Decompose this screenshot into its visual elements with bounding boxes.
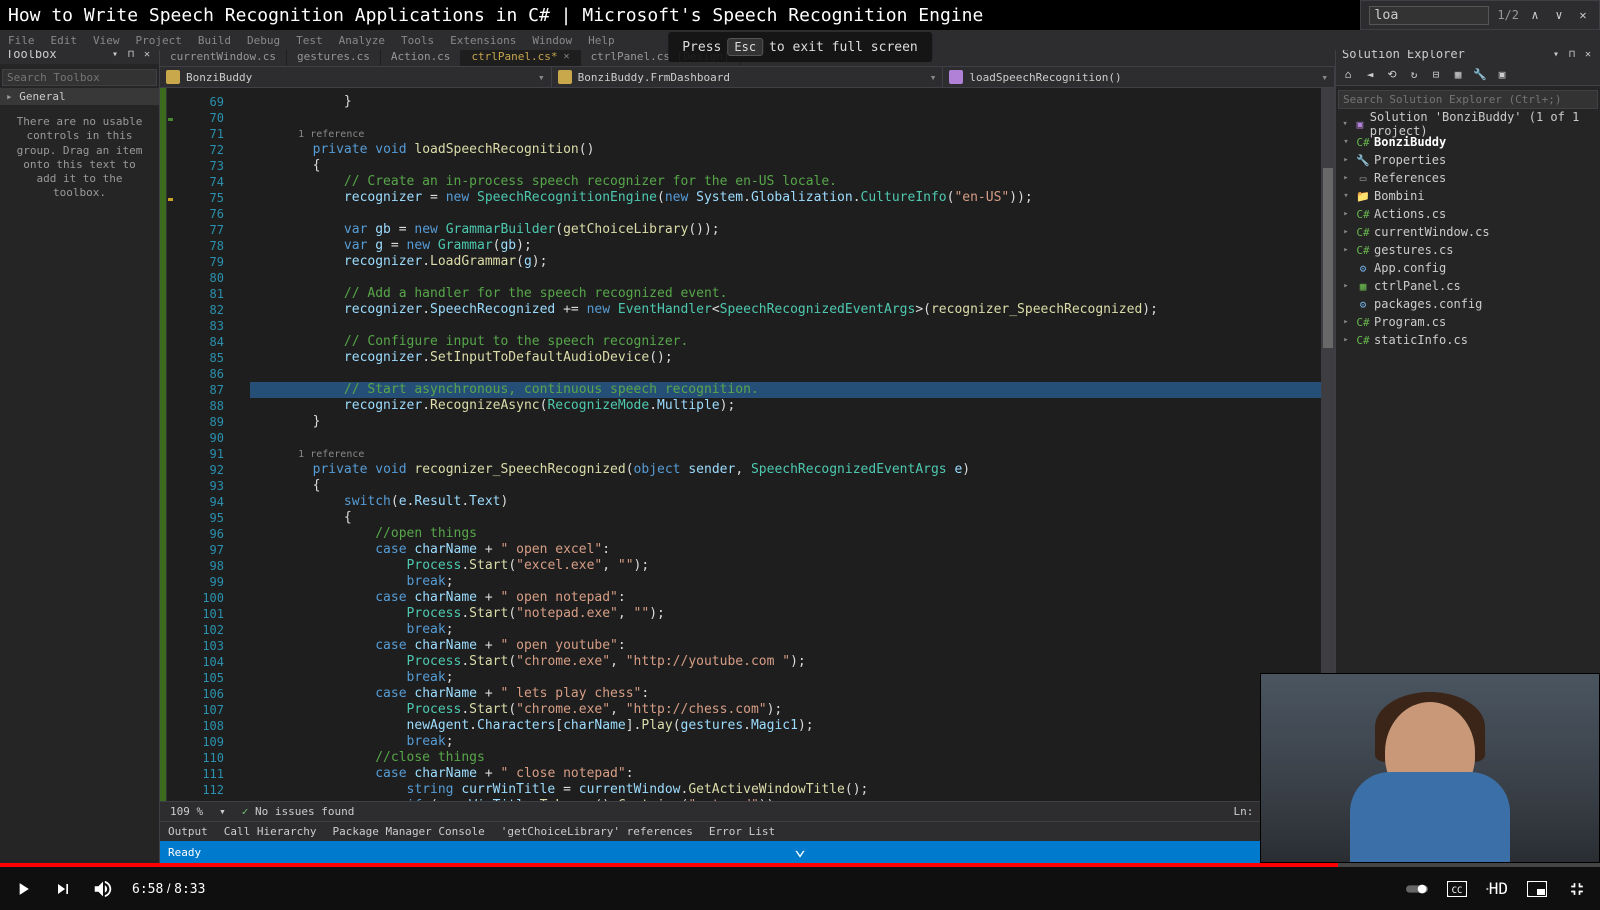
line-number-gutter: 6970717273747576777879808182838485868788… xyxy=(174,88,232,801)
fold-gutter[interactable] xyxy=(232,88,246,801)
find-close-icon[interactable]: ✕ xyxy=(1575,7,1591,23)
fullscreen-hint: Press Esc to exit full screen xyxy=(668,32,932,62)
vs-status-bar: Ready xyxy=(160,841,1335,863)
refresh-icon[interactable]: ↻ xyxy=(1406,67,1422,83)
sync-icon[interactable]: ⟲ xyxy=(1384,67,1400,83)
toolbox-category-general[interactable]: General xyxy=(0,88,159,105)
file-ctrlpanel[interactable]: ▸▦ctrlPanel.cs xyxy=(1336,277,1600,295)
properties-icon[interactable]: 🔧 xyxy=(1472,67,1488,83)
track-changes-gutter xyxy=(166,88,174,801)
class-icon xyxy=(558,70,572,84)
method-icon xyxy=(949,70,963,84)
video-title: How to Write Speech Recognition Applicat… xyxy=(8,5,983,26)
editor-status-bar: 109 % ▾ No issues found Ln: 87 Ch: 30 xyxy=(160,801,1335,821)
find-input[interactable] xyxy=(1369,6,1489,25)
properties-node[interactable]: ▸🔧Properties xyxy=(1336,151,1600,169)
bottom-tool-tabs: Output Call Hierarchy Package Manager Co… xyxy=(160,821,1335,841)
exit-fullscreen-icon[interactable] xyxy=(1566,878,1588,900)
nav-class[interactable]: BonziBuddy.FrmDashboard▾ xyxy=(552,67,944,87)
toolbox-panel: Toolbox ▾ ⊓ ✕ General There are no usabl… xyxy=(0,44,160,863)
file-gestures[interactable]: ▸C#gestures.cs xyxy=(1336,241,1600,259)
toolbox-empty-message: There are no usable controls in this gro… xyxy=(0,105,159,211)
solution-search-input[interactable] xyxy=(1338,90,1598,109)
find-prev-icon[interactable]: ∧ xyxy=(1527,7,1543,23)
autoplay-toggle[interactable] xyxy=(1406,878,1428,900)
folder-bombini[interactable]: ▾📁Bombini xyxy=(1336,187,1600,205)
show-all-icon[interactable]: ▦ xyxy=(1450,67,1466,83)
tab-output[interactable]: Output xyxy=(160,823,216,840)
code-area[interactable]: } 1 reference private void loadSpeechRec… xyxy=(246,88,1321,801)
back-icon[interactable]: ◄ xyxy=(1362,67,1378,83)
file-program[interactable]: ▸C#Program.cs xyxy=(1336,313,1600,331)
time-display: 6:58 / 8:33 xyxy=(132,881,205,897)
code-editor[interactable]: 6970717273747576777879808182838485868788… xyxy=(160,88,1335,801)
scrollbar-thumb[interactable] xyxy=(1323,168,1333,348)
references-node[interactable]: ▸▭References xyxy=(1336,169,1600,187)
toolbox-search-input[interactable] xyxy=(2,69,157,86)
solution-toolbar: ⌂ ◄ ⟲ ↻ ⊟ ▦ 🔧 ▣ xyxy=(1336,64,1600,86)
find-next-icon[interactable]: ∨ xyxy=(1551,7,1567,23)
file-staticinfo[interactable]: ▸C#staticInfo.cs xyxy=(1336,331,1600,349)
find-bar: 1/2 ∧ ∨ ✕ xyxy=(1360,0,1600,30)
csharp-project-icon xyxy=(166,70,180,84)
close-icon[interactable]: ✕ xyxy=(564,51,570,62)
tab-pkg-mgr[interactable]: Package Manager Console xyxy=(324,823,492,840)
next-button[interactable] xyxy=(52,878,74,900)
collapse-icon[interactable]: ⊟ xyxy=(1428,67,1444,83)
tab-call-hierarchy[interactable]: Call Hierarchy xyxy=(216,823,325,840)
esc-key: Esc xyxy=(727,38,763,56)
nav-project[interactable]: BonziBuddy▾ xyxy=(160,67,552,87)
miniplayer-icon[interactable] xyxy=(1526,878,1548,900)
preview-icon[interactable]: ▣ xyxy=(1494,67,1510,83)
progress-bar[interactable] xyxy=(0,863,1600,867)
volume-icon[interactable] xyxy=(92,878,114,900)
tab-error-list[interactable]: Error List xyxy=(701,823,783,840)
nav-bar: BonziBuddy▾ BonziBuddy.FrmDashboard▾ loa… xyxy=(160,66,1335,88)
issues-indicator[interactable]: No issues found xyxy=(242,805,355,818)
file-packages[interactable]: ⚙packages.config xyxy=(1336,295,1600,313)
file-currentwindow[interactable]: ▸C#currentWindow.cs xyxy=(1336,223,1600,241)
captions-icon[interactable]: CC xyxy=(1446,878,1468,900)
find-count: 1/2 xyxy=(1497,8,1519,22)
solution-node[interactable]: ▾▣Solution 'BonziBuddy' (1 of 1 project) xyxy=(1336,115,1600,133)
youtube-player-controls: 6:58 / 8:33 CC HD xyxy=(0,863,1600,910)
home-icon[interactable]: ⌂ xyxy=(1340,67,1356,83)
tab-references[interactable]: 'getChoiceLibrary' references xyxy=(493,823,701,840)
nav-method[interactable]: loadSpeechRecognition()▾ xyxy=(943,67,1335,87)
svg-text:CC: CC xyxy=(1452,886,1463,896)
play-button[interactable] xyxy=(12,878,34,900)
chevron-down-icon[interactable]: ⌄ xyxy=(794,836,806,860)
file-appconfig[interactable]: ⚙App.config xyxy=(1336,259,1600,277)
webcam-overlay xyxy=(1260,673,1600,863)
zoom-level[interactable]: 109 % xyxy=(170,805,203,818)
settings-icon[interactable]: HD xyxy=(1486,878,1508,900)
file-actions[interactable]: ▸C#Actions.cs xyxy=(1336,205,1600,223)
